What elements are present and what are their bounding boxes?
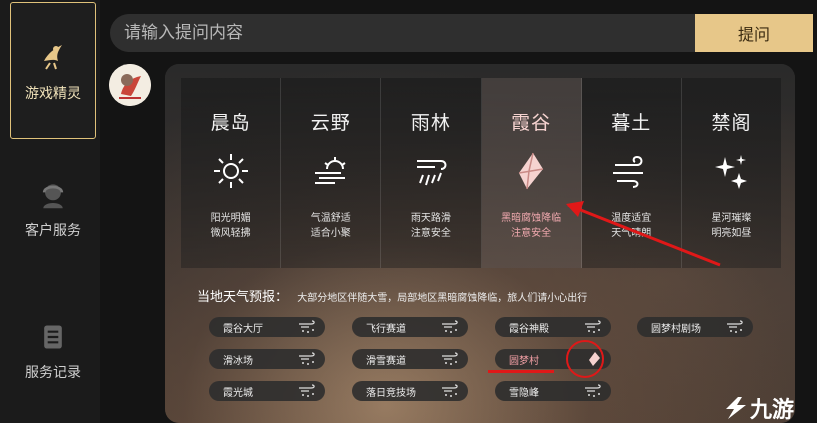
place-name: 飞行赛道 [366, 323, 406, 335]
snow-icon [442, 352, 458, 365]
region-name: 云野 [310, 112, 351, 134]
stars-icon [715, 155, 748, 189]
list-icon [44, 325, 62, 349]
place-list: 霞谷大厅 飞行赛道 霞谷神殿 圆梦村剧场 滑冰场 滑雪赛道 圆梦村 霞光城 落日… [209, 317, 769, 407]
region-name: 雨林 [410, 112, 451, 134]
place-item[interactable]: 霞光城 [209, 381, 325, 401]
snow-icon [299, 352, 315, 365]
snow-icon [585, 320, 601, 333]
annotation-arrow [566, 201, 721, 267]
sidebar-item-label: 服务记录 [25, 365, 81, 381]
place-name: 滑雪赛道 [366, 355, 406, 367]
search-input[interactable] [110, 14, 695, 52]
sidebar-item-label: 客户服务 [25, 223, 81, 239]
forecast-text: 大部分地区伴随大雪，局部地区黑暗腐蚀降临，旅人们请小心出行 [297, 293, 588, 304]
ask-button[interactable]: 提问 [695, 14, 813, 52]
sidebar-item-game-fairy[interactable]: 游戏精灵 [10, 2, 96, 139]
snow-icon [299, 320, 315, 333]
sidebar-item-customer-service[interactable]: 客户服务 [10, 180, 96, 240]
region-desc: 雨天路滑 [410, 213, 451, 224]
place-item[interactable]: 落日竞技场 [352, 381, 468, 401]
snow-icon [585, 384, 601, 397]
place-item[interactable]: 雪隐峰 [495, 381, 611, 401]
place-item[interactable]: 滑雪赛道 [352, 349, 468, 369]
snow-icon [442, 320, 458, 333]
forecast-heading: 当地天气预报： [197, 290, 289, 305]
tab-region-yunye[interactable]: 云野 气温舒适 适合小聚 [281, 78, 382, 268]
region-name: 晨岛 [210, 112, 251, 134]
region-desc: 注意安全 [511, 228, 552, 239]
region-desc: 黑暗腐蚀降临 [501, 213, 562, 224]
watermark-text: 九游 [750, 398, 795, 423]
place-item[interactable]: 霞谷神殿 [495, 317, 611, 337]
snow-icon [299, 384, 315, 397]
place-name: 霞谷神殿 [509, 323, 549, 335]
search-bar: 提问 [110, 14, 813, 52]
tab-region-chendao[interactable]: 晨岛 阳光明媚 微风轻拂 [181, 78, 282, 268]
snow-icon [442, 384, 458, 397]
place-name: 霞谷大厅 [223, 323, 263, 335]
region-name: 禁阁 [711, 112, 752, 134]
dark-crystal-icon [518, 152, 544, 190]
forecast-line: 当地天气预报： 大部分地区伴随大雪，局部地区黑暗腐蚀降临，旅人们请小心出行 [197, 286, 587, 305]
avatar [109, 64, 151, 106]
headset-icon [42, 184, 64, 209]
sun-cloud-icon [314, 157, 346, 184]
jiuyou-logo-icon [726, 397, 746, 419]
sidebar-item-label: 游戏精灵 [25, 85, 81, 102]
fairy-avatar-icon [109, 64, 151, 106]
region-desc: 适合小聚 [310, 228, 351, 239]
place-name: 雪隐峰 [509, 387, 539, 399]
annotation-circle [566, 340, 604, 378]
wind-icon [613, 155, 644, 188]
place-name: 滑冰场 [223, 355, 253, 367]
place-name: 圆梦村剧场 [651, 323, 701, 335]
fairy-icon [44, 44, 62, 70]
sidebar: 游戏精灵 客户服务 服务记录 [0, 0, 100, 423]
snow-icon [727, 320, 743, 333]
place-name: 圆梦村 [509, 355, 539, 367]
region-desc: 注意安全 [410, 228, 451, 239]
place-item[interactable]: 滑冰场 [209, 349, 325, 369]
region-desc: 气温舒适 [310, 213, 351, 224]
sidebar-item-service-records[interactable]: 服务记录 [10, 322, 96, 382]
region-name: 暮土 [611, 112, 652, 134]
annotation-underline [488, 370, 554, 373]
place-item[interactable]: 圆梦村剧场 [637, 317, 753, 337]
region-desc: 微风轻拂 [210, 228, 251, 239]
sun-icon [213, 154, 248, 188]
region-desc: 阳光明媚 [210, 213, 251, 224]
place-name: 落日竞技场 [366, 387, 416, 399]
rain-icon [416, 160, 447, 186]
place-item[interactable]: 霞谷大厅 [209, 317, 325, 337]
place-name: 霞光城 [223, 387, 253, 399]
watermark: 九游 [722, 392, 794, 423]
tab-region-yulin[interactable]: 雨林 雨天路滑 注意安全 [381, 78, 482, 268]
place-item[interactable]: 飞行赛道 [352, 317, 468, 337]
region-name: 霞谷 [511, 112, 552, 134]
